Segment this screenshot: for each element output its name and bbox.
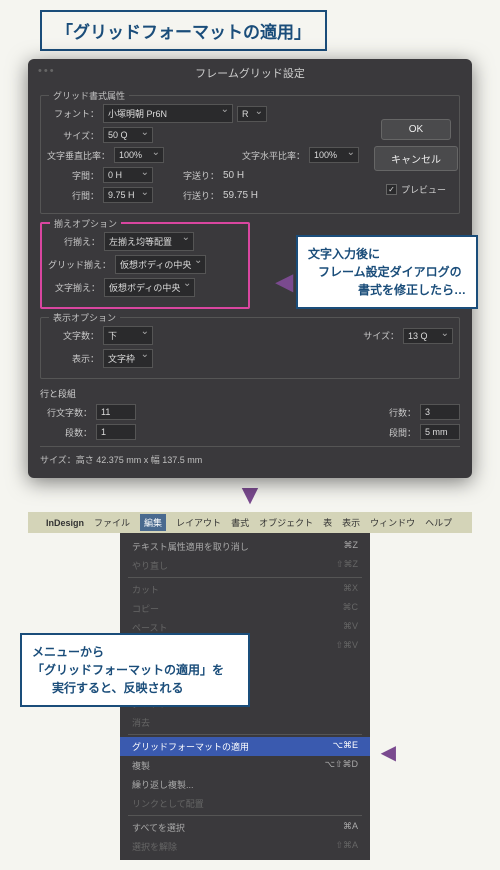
vscale-select[interactable]: 100% <box>114 147 164 163</box>
tracking-value: 50 H <box>223 170 244 181</box>
layout-menu[interactable]: レイアウト <box>176 516 221 529</box>
leading-value: 59.75 H <box>223 190 258 201</box>
arrow-down-icon: ▼ <box>10 484 490 506</box>
kern-select[interactable]: 0 H <box>103 167 153 183</box>
menu-erase: 消去 <box>120 713 370 732</box>
type-menu[interactable]: 書式 <box>231 516 249 529</box>
table-menu[interactable]: 表 <box>323 516 332 529</box>
edit-menu-dropdown: テキスト属性適用を取り消し⌘Z やり直し⇧⌘Z カット⌘X コピー⌘C ペースト… <box>120 533 370 860</box>
frame-grid-dialog: フレームグリッド設定 OK キャンセル ✓プレビュー グリッド書式属性 フォント… <box>28 59 472 478</box>
hscale-select[interactable]: 100% <box>309 147 359 163</box>
file-menu[interactable]: ファイル <box>94 516 130 529</box>
tutorial-title: 「グリッドフォーマットの適用」 <box>40 10 327 51</box>
size-footer: サイズ：高さ 42.375 mm x 幅 137.5 mm <box>40 453 460 466</box>
object-menu[interactable]: オブジェクト <box>259 516 313 529</box>
size-select[interactable]: 50 Q <box>103 127 153 143</box>
view-menu[interactable]: 表示 <box>342 516 360 529</box>
line-chars-input[interactable]: 11 <box>96 404 136 420</box>
menu-dup-repeat[interactable]: 繰り返し複製... <box>120 775 370 794</box>
menu-bar: InDesign ファイル 編集 レイアウト 書式 オブジェクト 表 表示 ウィ… <box>28 512 472 533</box>
chars-select[interactable]: 下 <box>103 326 153 345</box>
dialog-title: フレームグリッド設定 <box>28 59 472 87</box>
app-menu[interactable]: InDesign <box>46 518 84 528</box>
grid-align-select[interactable]: 仮想ボディの中央 <box>115 255 206 274</box>
menu-duplicate[interactable]: 複製⌥⇧⌘D <box>120 756 370 775</box>
menu-select-all[interactable]: すべてを選択⌘A <box>120 818 370 837</box>
gutter-input[interactable]: 5 mm <box>420 424 460 440</box>
menu-deselect: 選択を解除⇧⌘A <box>120 837 370 856</box>
window-menu[interactable]: ウィンドウ <box>370 516 415 529</box>
menu-cut: カット⌘X <box>120 580 370 599</box>
menu-apply-grid-format[interactable]: グリッドフォーマットの適用⌥⌘E◀ <box>120 737 370 756</box>
edit-menu[interactable]: 編集 <box>140 514 166 531</box>
section-title: グリッド書式属性 <box>49 89 129 102</box>
menu-link: リンクとして配置 <box>120 794 370 813</box>
cols-input[interactable]: 1 <box>96 424 136 440</box>
align-options-section: 揃えオプション 行揃え：左揃え均等配置 グリッド揃え：仮想ボディの中央 文字揃え… <box>40 222 250 309</box>
menu-undo[interactable]: テキスト属性適用を取り消し⌘Z <box>120 537 370 556</box>
align-select[interactable]: 左揃え均等配置 <box>104 232 194 251</box>
help-menu[interactable]: ヘルプ <box>425 516 452 529</box>
callout-1: ◀ 文字入力後に フレーム設定ダイアログの 書式を修正したら… <box>296 235 478 309</box>
menu-copy: コピー⌘C <box>120 599 370 618</box>
menu-redo: やり直し⇧⌘Z <box>120 556 370 575</box>
disp-size-select[interactable]: 13 Q <box>403 328 453 344</box>
arrow-icon: ◀ <box>381 740 396 765</box>
char-align-select[interactable]: 仮想ボディの中央 <box>104 278 195 297</box>
font-style-select[interactable]: R <box>237 106 267 122</box>
arrow-icon: ◀ <box>276 265 293 298</box>
lines-input[interactable]: 3 <box>420 404 460 420</box>
font-select[interactable]: 小塚明朝 Pr6N <box>103 104 233 123</box>
line-select[interactable]: 9.75 H <box>103 187 153 203</box>
callout-2: メニューから 「グリッドフォーマットの適用」を 実行すると、反映される <box>20 633 250 707</box>
view-select[interactable]: 文字枠 <box>103 349 153 368</box>
